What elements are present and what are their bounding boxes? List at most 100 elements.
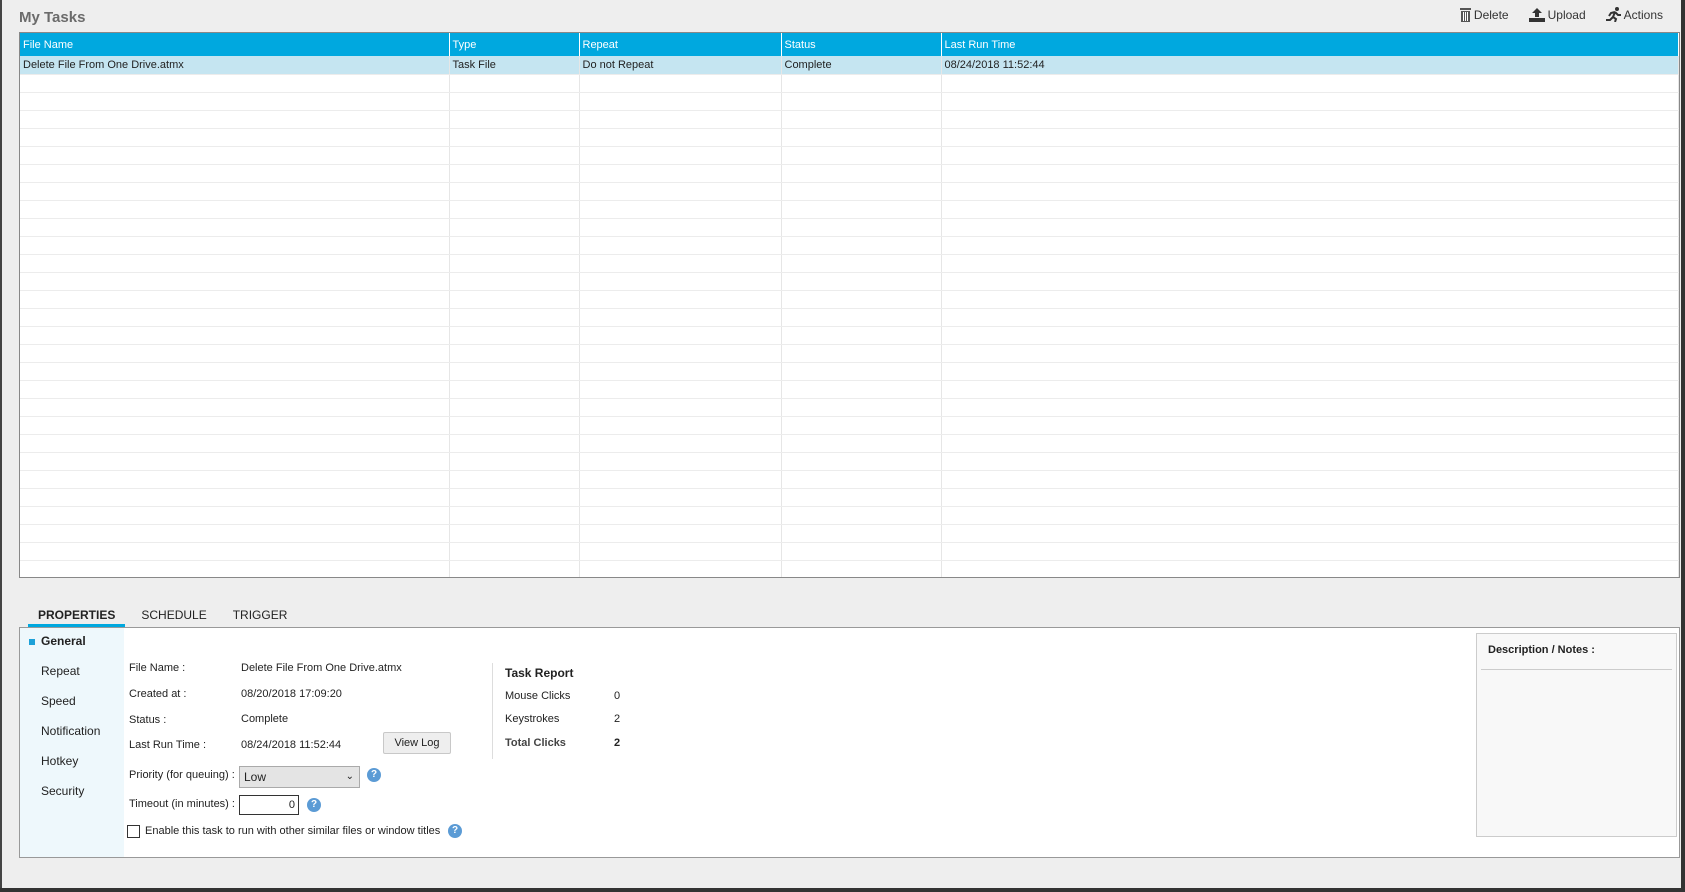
keystrokes-label: Keystrokes (505, 713, 560, 725)
cell-file-name: Delete File From One Drive.atmx (20, 56, 450, 75)
cell-type: Task File (449, 56, 580, 75)
empty-cell (20, 380, 450, 399)
sidebar-item-general[interactable]: General (41, 634, 86, 648)
empty-cell (20, 398, 450, 417)
empty-cell (579, 488, 782, 507)
sidebar-item-notification[interactable]: Notification (41, 724, 100, 738)
empty-cell (781, 182, 942, 201)
empty-cell (20, 470, 450, 489)
empty-cell (20, 524, 450, 543)
tab-properties[interactable]: PROPERTIES (28, 604, 126, 628)
upload-icon (1528, 7, 1545, 22)
upload-label: Upload (1547, 7, 1586, 22)
cell-last-run-time: 08/24/2018 11:52:44 (941, 56, 1679, 75)
col-type[interactable]: Type (449, 33, 580, 56)
delete-button[interactable]: Delete (1459, 7, 1509, 22)
properties-sidebar: General Repeat Speed Notification Hotkey… (20, 628, 124, 857)
empty-cell (449, 560, 580, 577)
empty-cell (579, 200, 782, 219)
col-status[interactable]: Status (781, 33, 942, 56)
empty-cell (20, 146, 450, 165)
empty-cell (449, 110, 580, 129)
empty-cell (449, 416, 580, 435)
sidebar-item-speed[interactable]: Speed (41, 694, 76, 708)
delete-label: Delete (1473, 7, 1509, 22)
status-label: Status : (129, 714, 167, 726)
empty-cell (941, 254, 1679, 273)
empty-cell (781, 506, 942, 525)
empty-cell (579, 308, 782, 327)
view-log-button[interactable]: View Log (383, 732, 451, 754)
empty-table-row (20, 488, 1679, 507)
enable-help-icon[interactable]: ? (448, 824, 462, 838)
sidebar-item-hotkey[interactable]: Hotkey (41, 754, 78, 768)
empty-cell (781, 542, 942, 561)
priority-label: Priority (for queuing) : (129, 769, 235, 781)
empty-cell (20, 560, 450, 577)
col-last-run-time[interactable]: Last Run Time (941, 33, 1679, 56)
empty-cell (449, 74, 580, 93)
empty-table-row (20, 254, 1679, 273)
empty-cell (449, 254, 580, 273)
empty-cell (781, 362, 942, 381)
empty-cell (579, 236, 782, 255)
empty-cell (941, 560, 1679, 577)
empty-cell (20, 344, 450, 363)
tab-schedule[interactable]: SCHEDULE (131, 604, 216, 628)
empty-cell (449, 362, 580, 381)
actions-button[interactable]: Actions (1605, 7, 1663, 22)
priority-value: Low (244, 770, 267, 784)
empty-cell (579, 254, 782, 273)
description-title: Description / Notes : (1481, 634, 1672, 670)
empty-cell (449, 128, 580, 147)
empty-cell (20, 164, 450, 183)
empty-cell (579, 290, 782, 309)
empty-cell (449, 200, 580, 219)
empty-table-row (20, 326, 1679, 345)
empty-cell (781, 92, 942, 111)
col-repeat[interactable]: Repeat (579, 33, 782, 56)
col-file-name[interactable]: File Name (20, 33, 450, 56)
empty-cell (449, 92, 580, 111)
running-man-icon (1605, 7, 1621, 22)
empty-cell (20, 236, 450, 255)
mouse-clicks-label: Mouse Clicks (505, 690, 571, 702)
empty-cell (941, 74, 1679, 93)
sidebar-item-security[interactable]: Security (41, 784, 84, 798)
empty-cell (941, 272, 1679, 291)
timeout-help-icon[interactable]: ? (307, 798, 321, 812)
empty-cell (781, 326, 942, 345)
empty-cell (941, 434, 1679, 453)
empty-cell (781, 344, 942, 363)
upload-button[interactable]: Upload (1528, 7, 1586, 22)
empty-cell (941, 308, 1679, 327)
empty-table-row (20, 236, 1679, 255)
priority-help-icon[interactable]: ? (367, 768, 381, 782)
empty-cell (781, 236, 942, 255)
empty-cell (449, 326, 580, 345)
empty-table-row (20, 128, 1679, 147)
empty-cell (449, 488, 580, 507)
empty-cell (449, 524, 580, 543)
empty-cell (941, 146, 1679, 165)
sidebar-item-repeat[interactable]: Repeat (41, 664, 80, 678)
empty-cell (579, 560, 782, 577)
empty-cell (941, 200, 1679, 219)
table-row[interactable]: Delete File From One Drive.atmx Task Fil… (20, 56, 1679, 75)
enable-similar-checkbox[interactable] (127, 825, 140, 838)
empty-cell (579, 416, 782, 435)
empty-cell (20, 272, 450, 291)
timeout-input[interactable]: 0 (239, 795, 299, 815)
tab-trigger[interactable]: TRIGGER (223, 604, 298, 628)
keystrokes-value: 2 (614, 713, 621, 725)
empty-cell (781, 452, 942, 471)
empty-cell (941, 416, 1679, 435)
empty-cell (579, 272, 782, 291)
empty-cell (941, 362, 1679, 381)
empty-cell (579, 146, 782, 165)
empty-cell (449, 182, 580, 201)
priority-select[interactable]: Low ⌄ (239, 766, 360, 788)
empty-cell (781, 488, 942, 507)
empty-table-row (20, 344, 1679, 363)
description-notes[interactable]: Description / Notes : (1476, 633, 1677, 837)
